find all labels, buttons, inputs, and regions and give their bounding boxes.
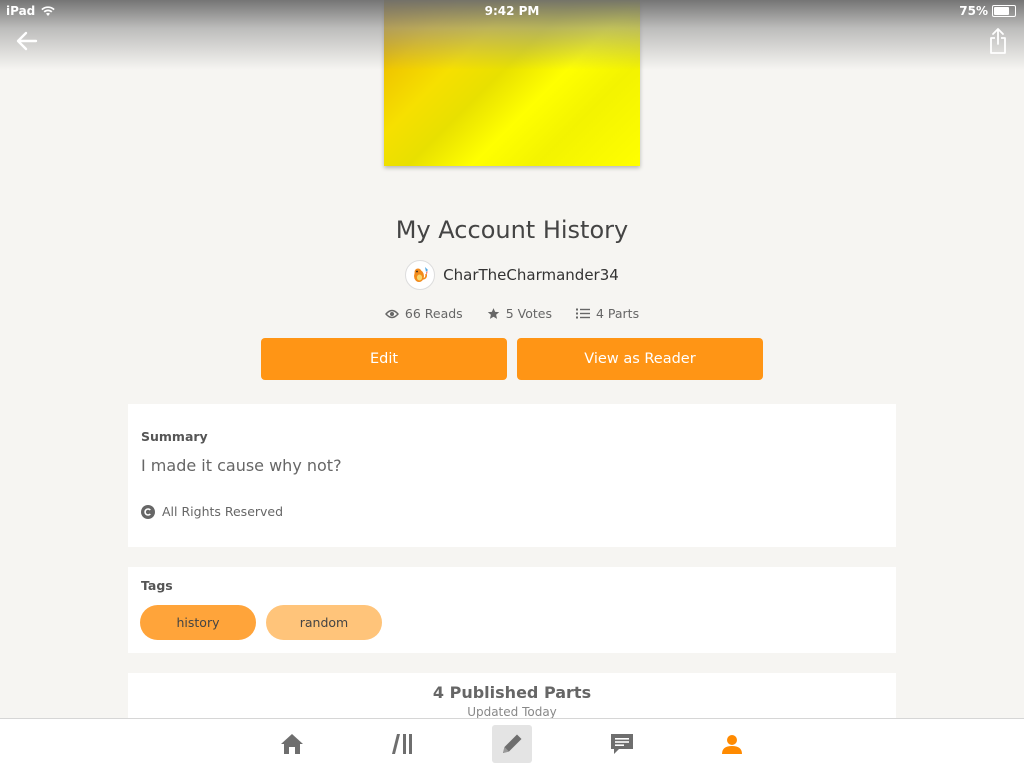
author-name: CharTheCharmander34	[443, 266, 619, 284]
edit-button[interactable]: Edit	[261, 338, 507, 380]
share-icon	[990, 28, 1006, 54]
reads-count: 66 Reads	[404, 306, 463, 321]
story-stats: 66 Reads 5 Votes 4 Parts	[0, 306, 1024, 321]
copyright-icon	[141, 504, 155, 519]
messages-icon	[611, 734, 633, 754]
status-right: 75%	[959, 4, 1016, 18]
parts-count: 4 Parts	[595, 306, 640, 321]
charmander-avatar-icon	[414, 267, 429, 282]
votes-count: 5 Votes	[505, 306, 552, 321]
tag-random[interactable]: random	[266, 605, 382, 640]
updated-text: Updated Today	[467, 705, 557, 719]
story-title: My Account History	[395, 216, 629, 244]
tab-home[interactable]	[272, 725, 312, 763]
copyright-notice: All Rights Reserved	[141, 504, 283, 519]
votes-stat: 5 Votes	[487, 306, 552, 321]
tag-history[interactable]: history	[140, 605, 256, 640]
battery-percent: 75%	[959, 4, 988, 18]
share-button[interactable]	[988, 27, 1008, 59]
library-icon	[392, 734, 412, 754]
view-as-reader-button[interactable]: View as Reader	[517, 338, 763, 380]
parts-stat: 4 Parts	[575, 306, 640, 321]
tab-library[interactable]	[382, 725, 422, 763]
list-icon	[575, 308, 590, 319]
status-time: 9:42 PM	[484, 4, 540, 18]
write-icon	[503, 734, 522, 753]
avatar	[405, 260, 436, 290]
back-button[interactable]	[14, 28, 40, 58]
tags-card: Tags history random	[128, 567, 896, 653]
star-icon	[487, 308, 499, 319]
reads-stat: 66 Reads	[384, 306, 463, 321]
arrow-left-icon	[16, 31, 38, 51]
rights-text: All Rights Reserved	[162, 504, 284, 519]
tab-write[interactable]	[492, 725, 532, 763]
home-icon	[281, 734, 303, 754]
summary-text: I made it cause why not?	[141, 456, 342, 475]
tags-label: Tags	[141, 578, 173, 593]
tab-messages[interactable]	[602, 725, 642, 763]
author-link[interactable]: CharTheCharmander34	[0, 260, 1024, 290]
published-parts-title: 4 Published Parts	[432, 683, 592, 702]
eye-icon	[384, 309, 399, 318]
bottom-tab-bar	[0, 718, 1024, 769]
profile-icon	[722, 735, 742, 754]
summary-label: Summary	[141, 429, 208, 444]
battery-icon	[992, 5, 1016, 17]
summary-card: Summary I made it cause why not? All Rig…	[128, 404, 896, 547]
tab-profile[interactable]	[712, 725, 752, 763]
